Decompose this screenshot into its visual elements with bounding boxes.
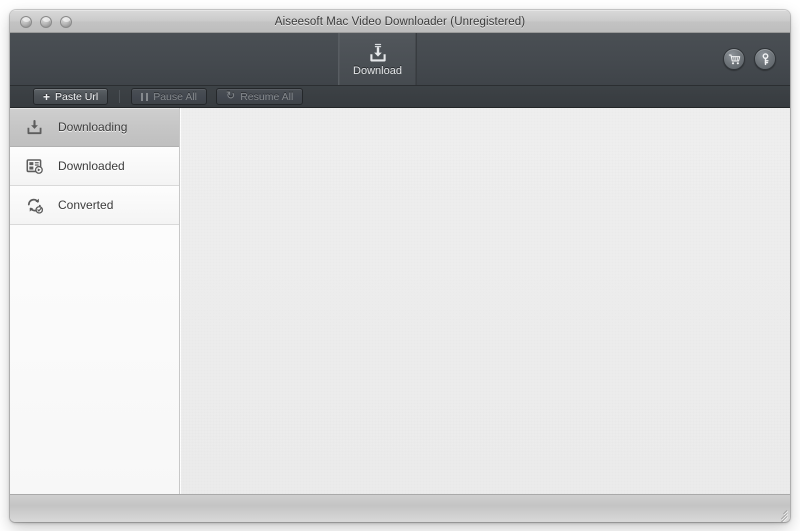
sidebar: Downloading Downloaded Converted (10, 108, 180, 494)
paste-url-button[interactable]: + Paste Url (33, 88, 109, 105)
plus-icon: + (43, 89, 51, 104)
resume-all-button[interactable]: ↻ Resume All (215, 88, 304, 105)
toolbar-right-buttons (723, 33, 776, 85)
window-body: Downloading Downloaded Converted (10, 108, 790, 494)
convert-arrows-icon (10, 196, 58, 215)
main-toolbar: Download (10, 33, 790, 86)
sidebar-item-converted[interactable]: Converted (10, 186, 179, 225)
application-window: Aiseesoft Mac Video Downloader (Unregist… (10, 10, 790, 522)
resume-all-label: Resume All (240, 90, 294, 103)
pause-all-label: Pause All (153, 90, 197, 103)
shopping-cart-icon (728, 54, 740, 64)
buy-button[interactable] (723, 48, 745, 70)
screen-root: Aiseesoft Mac Video Downloader (Unregist… (0, 0, 800, 531)
refresh-icon: ↻ (225, 90, 236, 102)
sidebar-item-downloaded-label: Downloaded (58, 159, 125, 173)
sidebar-item-downloading-label: Downloading (58, 120, 128, 134)
register-button[interactable] (754, 48, 776, 70)
title-bar: Aiseesoft Mac Video Downloader (Unregist… (10, 10, 790, 33)
sidebar-item-downloading[interactable]: Downloading (10, 108, 179, 147)
pause-icon (141, 92, 149, 101)
tab-download-label: Download (353, 64, 402, 77)
window-title: Aiseesoft Mac Video Downloader (Unregist… (274, 15, 526, 28)
minimize-button[interactable] (40, 15, 52, 28)
close-button[interactable] (20, 15, 32, 28)
media-file-icon (10, 157, 58, 176)
action-bar: + Paste Url Pause All ↻ Resume All (10, 86, 790, 108)
toolbar-tabs: Download (338, 33, 417, 85)
download-tray-icon (367, 42, 389, 64)
tab-download[interactable]: Download (338, 33, 417, 85)
status-bar (10, 494, 790, 522)
pause-all-button[interactable]: Pause All (131, 88, 207, 105)
sidebar-item-downloaded[interactable]: Downloaded (10, 147, 179, 186)
sidebar-item-converted-label: Converted (58, 198, 114, 212)
resize-grip[interactable] (774, 506, 788, 522)
download-tray-icon (10, 118, 58, 137)
sidebar-empty-area (10, 225, 179, 494)
window-controls (20, 11, 72, 32)
zoom-button[interactable] (60, 15, 72, 28)
download-list-area[interactable] (180, 108, 790, 494)
key-icon (762, 52, 769, 65)
action-bar-separator (119, 90, 121, 103)
paste-url-label: Paste Url (55, 90, 99, 103)
